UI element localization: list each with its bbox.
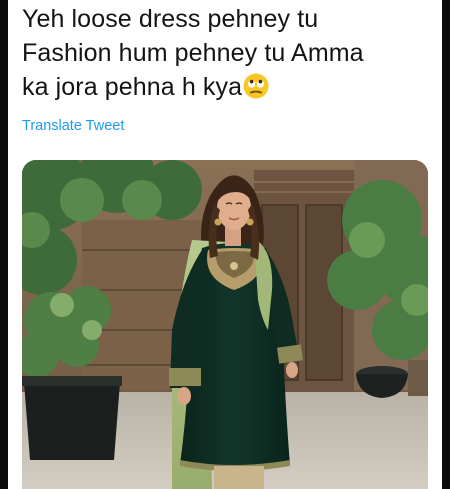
tweet-line-3-text: ka jora pehna h kya — [22, 73, 243, 101]
tweet-line-1: Yeh loose dress pehney tu — [22, 5, 319, 33]
tweet-body: Yeh loose dress pehney tu Fashion hum pe… — [22, 2, 432, 104]
left-border — [0, 0, 8, 489]
tweet-photo[interactable] — [22, 160, 428, 489]
tweet-line-2: Fashion hum pehney tu Amma — [22, 39, 364, 67]
translate-tweet-link[interactable]: Translate Tweet — [22, 118, 124, 134]
rolling-eyes-emoji-icon — [243, 73, 269, 99]
tweet-card: Yeh loose dress pehney tu Fashion hum pe… — [0, 0, 450, 489]
right-border — [442, 0, 450, 489]
photo-outfit-model — [22, 160, 428, 489]
tweet-line-3: ka jora pehna h kya — [22, 70, 432, 104]
